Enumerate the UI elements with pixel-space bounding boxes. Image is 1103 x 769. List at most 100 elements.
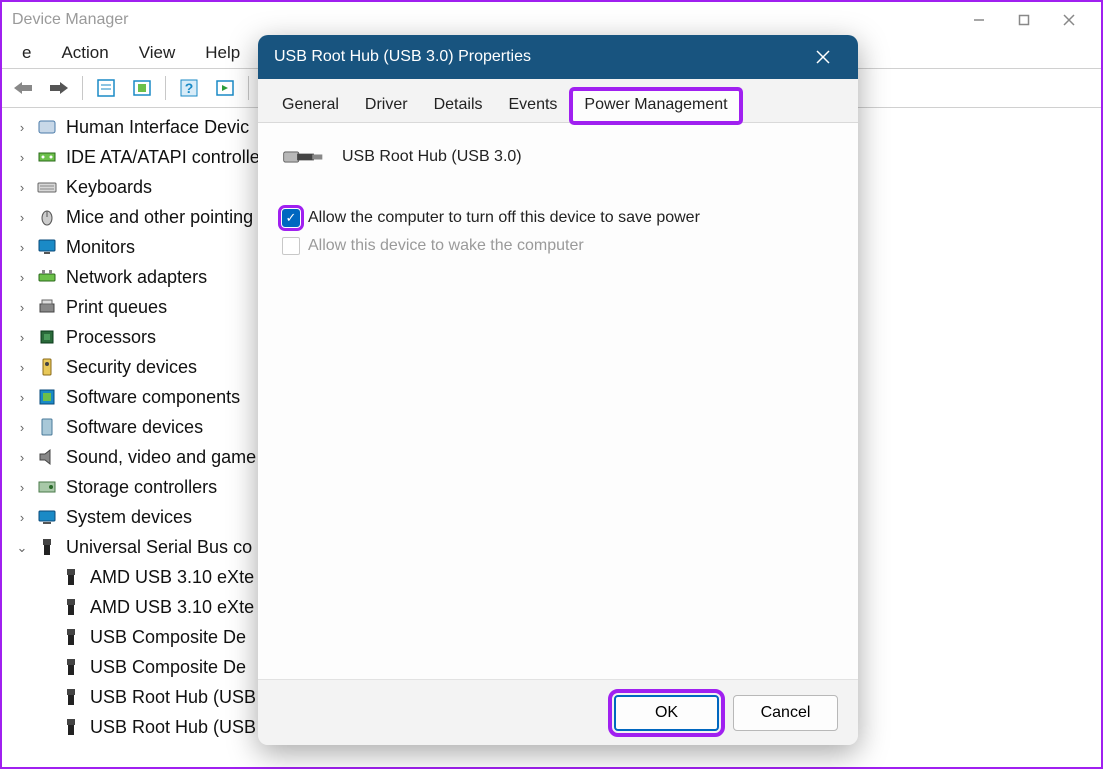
toolbar-separator xyxy=(82,76,83,100)
tree-item-label: Security devices xyxy=(66,358,197,376)
tab-events[interactable]: Events xyxy=(497,90,570,122)
device-category-icon xyxy=(36,207,58,227)
back-arrow-icon xyxy=(12,80,34,96)
maximize-icon xyxy=(1018,14,1030,26)
tree-item-label: AMD USB 3.10 eXte xyxy=(90,568,254,586)
menu-help[interactable]: Help xyxy=(205,43,240,63)
tree-item-label: AMD USB 3.10 eXte xyxy=(90,598,254,616)
help-icon: ? xyxy=(179,78,199,98)
menu-file[interactable]: e xyxy=(22,43,31,63)
device-category-icon xyxy=(36,507,58,527)
properties-icon xyxy=(96,78,116,98)
tree-item-label: Storage controllers xyxy=(66,478,217,496)
device-category-icon xyxy=(36,297,58,317)
tree-item-label: Print queues xyxy=(66,298,167,316)
toolbar-separator xyxy=(248,76,249,100)
device-category-icon xyxy=(36,237,58,257)
toolbar-separator xyxy=(165,76,166,100)
chevron-icon[interactable]: › xyxy=(16,511,28,524)
tree-item-label: USB Composite De xyxy=(90,658,246,676)
device-category-icon xyxy=(36,357,58,377)
maximize-button[interactable] xyxy=(1001,5,1046,35)
dialog-title: USB Root Hub (USB 3.0) Properties xyxy=(274,48,804,66)
tree-item-label: Software components xyxy=(66,388,240,406)
tree-item-label: Monitors xyxy=(66,238,135,256)
cancel-button[interactable]: Cancel xyxy=(733,695,838,731)
chevron-icon[interactable]: › xyxy=(16,211,28,224)
tree-item-label: Processors xyxy=(66,328,156,346)
usb-device-icon xyxy=(60,597,82,617)
device-category-icon xyxy=(36,177,58,197)
usb-device-icon xyxy=(60,627,82,647)
chevron-icon[interactable]: ⌄ xyxy=(16,541,28,554)
usb-device-icon xyxy=(60,657,82,677)
tree-item-label: System devices xyxy=(66,508,192,526)
tree-item-label: Keyboards xyxy=(66,178,152,196)
tree-item-label: Sound, video and game xyxy=(66,448,256,466)
chevron-icon[interactable]: › xyxy=(16,301,28,314)
device-category-icon xyxy=(36,327,58,347)
device-header: USB Root Hub (USB 3.0) xyxy=(282,143,834,171)
tree-item-label: Human Interface Devic xyxy=(66,118,249,136)
tab-details[interactable]: Details xyxy=(422,90,495,122)
chevron-icon[interactable]: › xyxy=(16,331,28,344)
chevron-icon[interactable]: › xyxy=(16,391,28,404)
device-category-icon xyxy=(36,417,58,437)
action-icon xyxy=(132,78,152,98)
dialog-titlebar: USB Root Hub (USB 3.0) Properties xyxy=(258,35,858,79)
toolbar-action-button[interactable] xyxy=(127,73,157,103)
forward-arrow-icon xyxy=(48,80,70,96)
toolbar-forward-button[interactable] xyxy=(44,73,74,103)
tab-power-management[interactable]: Power Management xyxy=(571,89,740,123)
close-icon xyxy=(1063,14,1075,26)
checkbox-turnoff[interactable]: ✓ xyxy=(282,209,300,227)
chevron-icon[interactable]: › xyxy=(16,271,28,284)
device-category-icon xyxy=(36,477,58,497)
toolbar-help-button[interactable]: ? xyxy=(174,73,204,103)
chevron-icon[interactable]: › xyxy=(16,241,28,254)
close-button[interactable] xyxy=(1046,5,1091,35)
device-name: USB Root Hub (USB 3.0) xyxy=(342,148,522,166)
tree-item-label: USB Composite De xyxy=(90,628,246,646)
chevron-icon[interactable]: › xyxy=(16,121,28,134)
checkbox-wake xyxy=(282,237,300,255)
checkbox-wake-label: Allow this device to wake the computer xyxy=(308,237,584,255)
menu-view[interactable]: View xyxy=(139,43,176,63)
device-category-icon xyxy=(36,267,58,287)
chevron-icon[interactable]: › xyxy=(16,421,28,434)
tree-item-label: Universal Serial Bus co xyxy=(66,538,252,556)
chevron-icon[interactable]: › xyxy=(16,151,28,164)
device-category-icon xyxy=(36,537,58,557)
tab-general[interactable]: General xyxy=(270,90,351,122)
tree-item-label: USB Root Hub (USB xyxy=(90,688,256,706)
tree-item-label: Network adapters xyxy=(66,268,207,286)
device-category-icon xyxy=(36,117,58,137)
scan-icon xyxy=(215,78,235,98)
checkbox-row-turnoff[interactable]: ✓ Allow the computer to turn off this de… xyxy=(282,209,834,227)
menu-action[interactable]: Action xyxy=(61,43,108,63)
titlebar: Device Manager xyxy=(2,2,1101,38)
chevron-icon[interactable]: › xyxy=(16,361,28,374)
minimize-icon xyxy=(973,14,985,26)
svg-text:?: ? xyxy=(185,80,194,96)
properties-dialog: USB Root Hub (USB 3.0) Properties Genera… xyxy=(258,35,858,745)
chevron-icon[interactable]: › xyxy=(16,481,28,494)
dialog-tabbar: General Driver Details Events Power Mana… xyxy=(258,79,858,123)
usb-device-icon xyxy=(60,687,82,707)
minimize-button[interactable] xyxy=(956,5,1001,35)
dialog-close-button[interactable] xyxy=(804,38,842,76)
usb-connector-icon xyxy=(282,143,324,171)
chevron-icon[interactable]: › xyxy=(16,451,28,464)
ok-button[interactable]: OK xyxy=(614,695,719,731)
toolbar-properties-button[interactable] xyxy=(91,73,121,103)
toolbar-scan-button[interactable] xyxy=(210,73,240,103)
device-category-icon xyxy=(36,447,58,467)
usb-device-icon xyxy=(60,717,82,737)
chevron-icon[interactable]: › xyxy=(16,181,28,194)
tab-driver[interactable]: Driver xyxy=(353,90,420,122)
tree-item-label: Mice and other pointing xyxy=(66,208,253,226)
device-category-icon xyxy=(36,147,58,167)
checkbox-turnoff-label: Allow the computer to turn off this devi… xyxy=(308,209,700,227)
dialog-body: USB Root Hub (USB 3.0) ✓ Allow the compu… xyxy=(258,123,858,679)
toolbar-back-button[interactable] xyxy=(8,73,38,103)
